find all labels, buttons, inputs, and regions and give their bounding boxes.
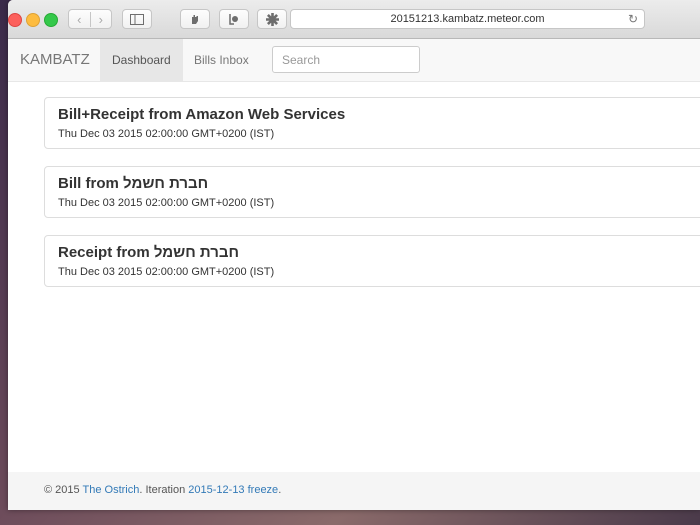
puzzle-asterisk-icon (265, 12, 279, 26)
extension-button-hand[interactable] (180, 9, 210, 29)
zoom-window-button[interactable] (44, 13, 58, 27)
iteration-link[interactable]: 2015-12-13 freeze (188, 484, 278, 496)
app-navbar: KAMBATZ Dashboard Bills Inbox (8, 39, 700, 82)
minimize-window-button[interactable] (26, 13, 40, 27)
bill-date: Thu Dec 03 2015 02:00:00 GMT+0200 (IST) (58, 266, 275, 278)
sidebar-toggle-button[interactable] (122, 9, 152, 29)
url-text: 20151213.kambatz.meteor.com (390, 13, 545, 25)
extension-button-login[interactable] (219, 9, 249, 29)
close-window-button[interactable] (8, 13, 22, 27)
reload-icon[interactable]: ↻ (628, 10, 638, 28)
hand-icon (192, 15, 198, 24)
author-link[interactable]: The Ostrich (83, 484, 140, 496)
copyright-text: © 2015 (44, 484, 83, 496)
address-bar[interactable]: 20151213.kambatz.meteor.com ↻ (290, 9, 645, 29)
browser-toolbar: ‹ › 20151213.kambatz.meteor.com ↻ (8, 0, 700, 39)
back-icon[interactable]: ‹ (69, 11, 91, 27)
iteration-label: . Iteration (139, 484, 189, 496)
bill-date: Thu Dec 03 2015 02:00:00 GMT+0200 (IST) (58, 128, 275, 140)
bill-date: Thu Dec 03 2015 02:00:00 GMT+0200 (IST) (58, 197, 275, 209)
footer-period: . (278, 484, 282, 496)
history-nav: ‹ › (68, 9, 112, 29)
sidebar-icon (130, 13, 144, 25)
bill-title: Bill from חברת חשמל (58, 175, 209, 192)
bill-card[interactable]: Receipt from חברת חשמל Thu Dec 03 2015 0… (44, 235, 700, 287)
bill-title: Bill+Receipt from Amazon Web Services (58, 106, 346, 123)
page-footer: © 2015 The Ostrich. Iteration 2015-12-13… (8, 472, 700, 510)
nav-bills-inbox[interactable]: Bills Inbox (182, 39, 261, 81)
nav-dashboard[interactable]: Dashboard (100, 39, 183, 81)
footer-text: © 2015 The Ostrich. Iteration 2015-12-13… (44, 484, 281, 496)
browser-window: ‹ › 20151213.kambatz.meteor.com ↻ KAMBAT… (8, 0, 700, 510)
bill-card[interactable]: Bill from חברת חשמל Thu Dec 03 2015 02:0… (44, 166, 700, 218)
brand-logo[interactable]: KAMBATZ (20, 51, 90, 68)
bill-title: Receipt from חברת חשמל (58, 244, 239, 261)
extension-button-puzzle[interactable] (257, 9, 287, 29)
search-input[interactable] (272, 46, 420, 73)
login-arrow-icon (229, 14, 238, 25)
forward-icon[interactable]: › (91, 12, 112, 27)
bill-card[interactable]: Bill+Receipt from Amazon Web Services Th… (44, 97, 700, 149)
